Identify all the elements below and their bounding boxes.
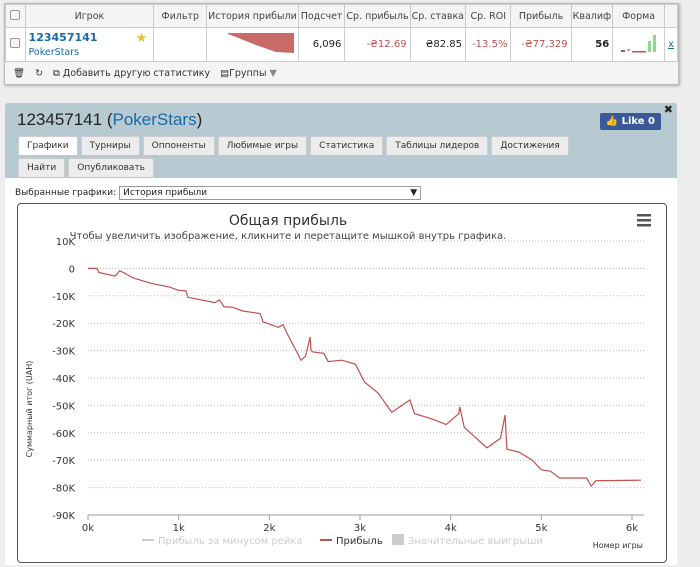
tab-publish[interactable]: Опубликовать — [68, 158, 154, 177]
form-chart — [612, 27, 666, 62]
svg-text:Прибыль: Прибыль — [336, 536, 383, 547]
chevron-down-icon: ▼ — [269, 67, 277, 79]
y-tick-label: -30K — [52, 347, 75, 358]
thumbs-up-icon: 👍 — [605, 116, 619, 127]
player-panel: 123457141 (PokerStars) 👍 Like 0 ✖ График… — [5, 103, 677, 565]
panel-tabs: Графики Турниры Оппоненты Любимые игры С… — [18, 136, 608, 177]
network-link[interactable]: PokerStars — [29, 47, 151, 58]
y-tick-label: 10K — [56, 237, 76, 248]
y-tick-label: -70K — [52, 456, 75, 467]
legend-item-profit[interactable]: Прибыль — [320, 536, 383, 547]
select-all-header[interactable] — [5, 4, 26, 28]
x-tick-label: 2k — [263, 523, 275, 534]
player-id-link[interactable]: 123457141 — [29, 31, 151, 44]
profit-series-line — [88, 267, 642, 488]
copy-icon: ⧉ — [53, 67, 63, 79]
tab-leaderboards[interactable]: Таблицы лидеров — [386, 136, 489, 155]
col-qualif[interactable]: Квалиф — [570, 4, 614, 28]
y-tick-label: -40K — [52, 374, 75, 385]
close-icon[interactable]: ✖ — [664, 103, 673, 116]
tab-content: Выбранные графики: История прибыли ▼ Обща… — [5, 178, 677, 565]
avg-roi-value: -13.5% — [465, 27, 512, 62]
facebook-like-button[interactable]: 👍 Like 0 — [599, 113, 661, 130]
add-stat-button[interactable]: ⧉ Добавить другую статистику — [53, 68, 210, 79]
x-tick-label: 0k — [82, 523, 94, 534]
stats-table: Игрок Фильтр История прибыли Подсчет Ср.… — [5, 4, 678, 62]
tab-favorite-games[interactable]: Любимые игры — [217, 136, 308, 155]
y-tick-label: -90K — [52, 511, 75, 522]
groups-icon: ▤ — [220, 67, 230, 79]
tab-achievements[interactable]: Достижения — [491, 136, 569, 155]
legend: Прибыль за минусом рейка Прибыль Значите… — [142, 534, 543, 547]
svg-text:Прибыль за минусом рейка: Прибыль за минусом рейка — [158, 536, 303, 547]
chart-title: Общая прибыль — [229, 213, 347, 229]
remove-row-link[interactable]: x — [668, 39, 674, 50]
tab-tournaments[interactable]: Турниры — [80, 136, 140, 155]
x-tick-label: 1k — [173, 523, 185, 534]
svg-text:Значительные выигрыши: Значительные выигрыши — [408, 536, 543, 547]
col-profit[interactable]: Прибыль — [510, 4, 572, 28]
x-tick-label: 5k — [535, 523, 547, 534]
col-form[interactable]: Форма — [612, 4, 666, 28]
groups-button[interactable]: ▤Группы ▼ — [220, 68, 277, 79]
col-filter[interactable]: Фильтр — [153, 4, 208, 28]
refresh-icon[interactable]: ↻ — [35, 68, 43, 79]
col-player[interactable]: Игрок — [24, 4, 155, 28]
y-tick-label: -20K — [52, 319, 75, 330]
profit-chart[interactable]: Общая прибыль Чтобы увеличить изображени… — [18, 204, 668, 564]
award-icon: ★ — [135, 31, 148, 46]
chart-container[interactable]: Общая прибыль Чтобы увеличить изображени… — [17, 203, 667, 563]
menu-icon[interactable] — [637, 214, 651, 227]
tab-opponents[interactable]: Оппоненты — [142, 136, 215, 155]
x-tick-label: 6k — [626, 523, 638, 534]
avg-stake-value: ₴82.85 — [409, 27, 467, 62]
y-tick-label: -80K — [52, 484, 75, 495]
tab-charts[interactable]: Графики — [18, 136, 78, 155]
chart-subtitle: Чтобы увеличить изображение, кликните и … — [70, 231, 507, 242]
trash-icon[interactable]: 🗑 — [13, 68, 25, 79]
chart-select[interactable]: История прибыли ▼ — [119, 186, 422, 200]
tab-statistics[interactable]: Статистика — [310, 136, 384, 155]
dropdown-arrow-icon: ▼ — [410, 188, 418, 198]
col-avg-roi[interactable]: Ср. ROI — [465, 4, 512, 28]
x-tick-label: 3k — [354, 523, 366, 534]
tab-find[interactable]: Найти — [18, 158, 66, 177]
y-axis-label: Суммарный итог (UAH) — [25, 361, 34, 458]
y-tick-label: -10K — [52, 292, 75, 303]
table-toolbar: 🗑 ↻ ⧉ Добавить другую статистику ▤Группы… — [5, 62, 678, 84]
col-profit-history[interactable]: История прибыли — [206, 4, 299, 28]
stats-table-panel: Игрок Фильтр История прибыли Подсчет Ср.… — [4, 3, 679, 85]
legend-item-big-wins[interactable]: Значительные выигрыши — [392, 534, 543, 547]
avg-profit-value: -₴12.69 — [344, 27, 411, 62]
x-axis-label: Номер игры — [593, 541, 643, 550]
page-title: 123457141 (PokerStars) — [17, 110, 203, 129]
row-checkbox[interactable] — [10, 38, 21, 48]
y-tick-label: -60K — [52, 429, 75, 440]
select-all-checkbox[interactable] — [10, 9, 21, 20]
selected-charts-label: Выбранные графики: — [15, 188, 117, 198]
qualif-value: 56 — [570, 27, 614, 62]
col-avg-profit[interactable]: Ср. прибыль — [344, 4, 411, 28]
legend-item-net-profit[interactable]: Прибыль за минусом рейка — [142, 536, 303, 547]
network-title-link[interactable]: PokerStars — [112, 110, 196, 129]
count-value: 6,096 — [297, 27, 346, 62]
x-tick-label: 4k — [445, 523, 457, 534]
col-count[interactable]: Подсчет — [297, 4, 346, 28]
y-tick-label: -50K — [52, 401, 75, 412]
profit-history-sparkline — [206, 27, 299, 62]
table-row: 123457141 PokerStars ★ 6,096 -₴12.69 ₴82… — [5, 27, 678, 62]
profit-value: -₴77,329 — [510, 27, 572, 62]
y-tick-label: 0 — [69, 264, 75, 275]
col-avg-stake[interactable]: Ср. ставка — [409, 4, 467, 28]
